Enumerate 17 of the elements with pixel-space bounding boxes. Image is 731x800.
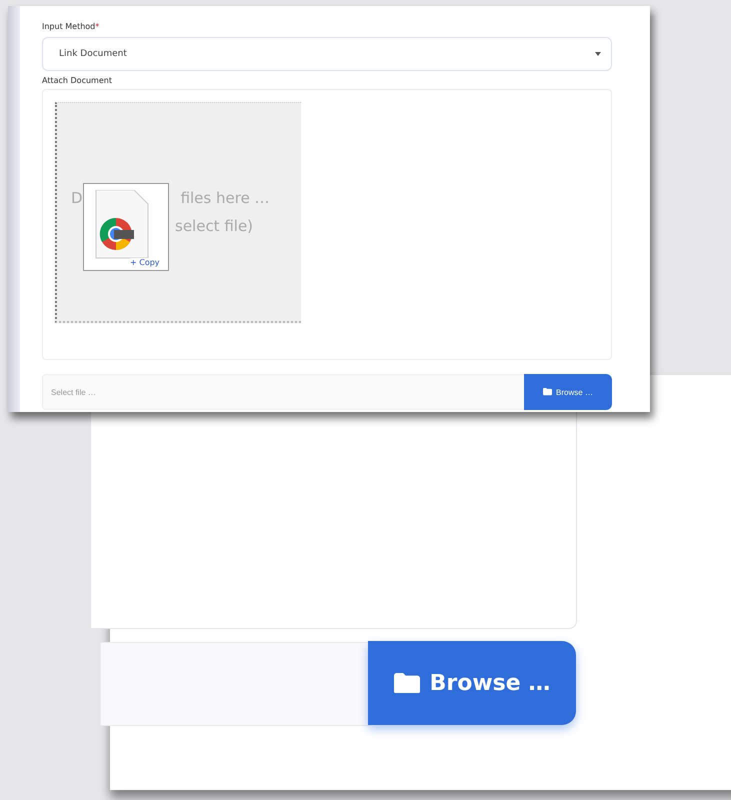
browse-button[interactable]: Browse … <box>368 641 576 725</box>
browse-button[interactable]: Browse … <box>524 374 612 410</box>
drop-text: select file) <box>175 217 254 235</box>
drop-text: D <box>71 189 83 207</box>
file-input[interactable]: Select file … <box>42 374 524 410</box>
method-select[interactable]: Link Document <box>42 37 612 71</box>
required-marker: * <box>95 22 100 31</box>
file-input[interactable] <box>100 642 371 726</box>
caret-icon <box>595 52 601 56</box>
drop-text: files here … <box>180 189 270 207</box>
field-label: Input Method <box>42 22 96 31</box>
folder-icon <box>394 672 420 694</box>
copy-badge: + Copy <box>130 258 160 267</box>
field-label: Attach Document <box>42 76 113 85</box>
folder-icon <box>543 388 552 396</box>
file-icon-drawing <box>94 190 150 260</box>
drop-zone[interactable]: D files here … select file) + Copy <box>55 102 301 323</box>
